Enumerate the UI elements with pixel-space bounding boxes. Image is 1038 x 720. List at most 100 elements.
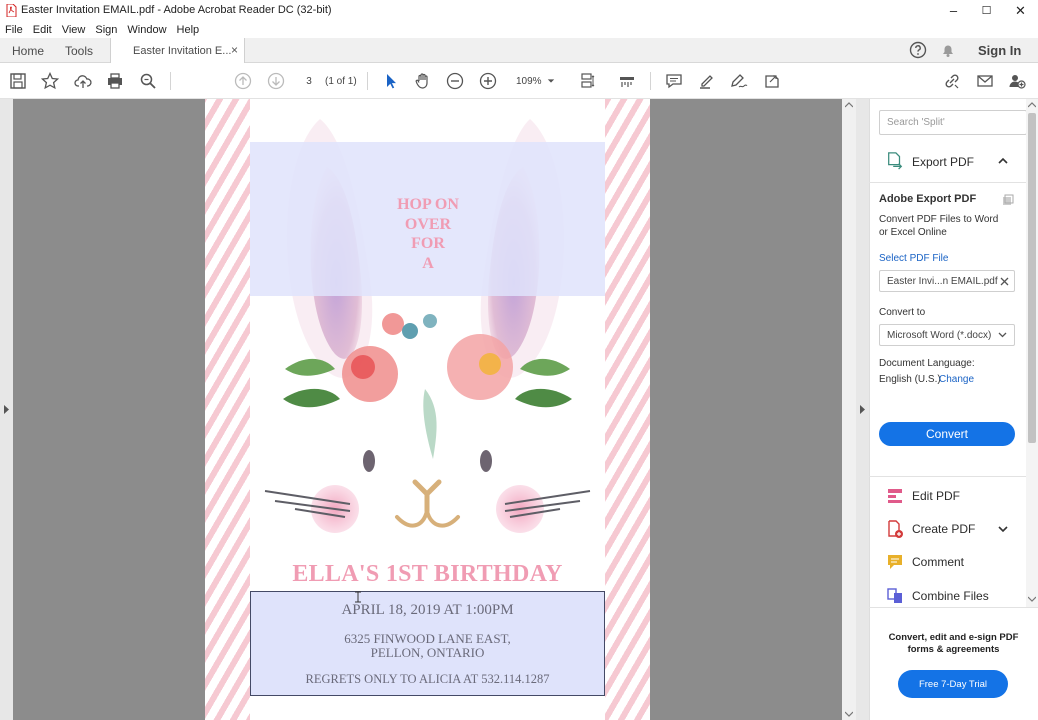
selected-file-field[interactable]: Easter Invi...n EMAIL.pdf bbox=[879, 270, 1015, 292]
page-display-icon[interactable] bbox=[578, 71, 598, 91]
tools-pane-scrollbar[interactable] bbox=[1026, 99, 1038, 607]
notification-bell-icon[interactable] bbox=[940, 42, 956, 58]
selected-file-name: Easter Invi...n EMAIL.pdf bbox=[887, 275, 998, 287]
comment-tool-icon bbox=[888, 555, 902, 569]
convert-button[interactable]: Convert bbox=[879, 422, 1015, 446]
promo-line-2: forms & agreements bbox=[907, 644, 1000, 655]
menu-bar: File Edit View Sign Window Help bbox=[0, 21, 1038, 38]
select-cursor-icon[interactable] bbox=[381, 71, 401, 91]
change-language-link[interactable]: Change bbox=[939, 374, 974, 385]
pdf-page: HOP ON OVER FOR A ELLA'S 1ST BIRTHDAY AP… bbox=[205, 99, 650, 720]
maximize-button[interactable]: ☐ bbox=[970, 0, 1003, 21]
add-user-icon[interactable] bbox=[1007, 71, 1027, 91]
tool-edit-pdf-label: Edit PDF bbox=[912, 489, 961, 503]
scroll-mode-icon[interactable] bbox=[617, 71, 637, 91]
tool-create-pdf-label: Create PDF bbox=[912, 522, 976, 536]
tool-comment[interactable]: Comment bbox=[886, 552, 964, 572]
page-count: (1 of 1) bbox=[325, 76, 357, 87]
menu-view[interactable]: View bbox=[62, 24, 86, 36]
menu-file[interactable]: File bbox=[5, 24, 23, 36]
select-pdf-file-link[interactable]: Select PDF File bbox=[879, 253, 948, 264]
hand-tool-icon[interactable] bbox=[413, 71, 433, 91]
search-icon[interactable] bbox=[138, 71, 158, 91]
sign-in-button[interactable]: Sign In bbox=[978, 43, 1021, 58]
scroll-up-icon[interactable] bbox=[845, 102, 853, 108]
close-tab-icon[interactable]: × bbox=[231, 43, 238, 57]
menu-window[interactable]: Window bbox=[127, 24, 166, 36]
divider bbox=[869, 607, 1038, 608]
share-link-icon[interactable] bbox=[942, 71, 962, 91]
event-regrets: REGRETS ONLY TO ALICIA AT 532.114.1287 bbox=[305, 672, 550, 686]
left-eye bbox=[363, 450, 375, 472]
help-icon[interactable] bbox=[909, 41, 927, 59]
adobe-export-desc-line-1: Convert PDF Files to Word bbox=[879, 214, 999, 225]
pane-scroll-down-icon[interactable] bbox=[1028, 596, 1036, 602]
divider bbox=[869, 476, 1026, 477]
highlight-pen-icon[interactable] bbox=[697, 71, 717, 91]
convert-to-label: Convert to bbox=[879, 307, 926, 318]
export-pdf-title[interactable]: Export PDF bbox=[912, 155, 974, 169]
adobe-export-title: Adobe Export PDF bbox=[879, 193, 977, 205]
tools-search-input[interactable]: Search 'Split' bbox=[879, 110, 1027, 135]
tool-edit-pdf[interactable]: Edit PDF bbox=[886, 486, 960, 506]
adobe-export-desc-line-2: or Excel Online bbox=[879, 227, 947, 238]
left-panel-toggle[interactable] bbox=[0, 99, 13, 720]
email-icon[interactable] bbox=[975, 71, 995, 91]
cloud-upload-icon[interactable] bbox=[73, 71, 93, 91]
export-info-icon[interactable] bbox=[1002, 194, 1014, 206]
menu-edit[interactable]: Edit bbox=[33, 24, 52, 36]
save-icon[interactable] bbox=[8, 71, 28, 91]
event-date: APRIL 18, 2019 AT 1:00PM bbox=[341, 602, 514, 618]
text-cursor-icon bbox=[355, 591, 361, 603]
minimize-button[interactable]: – bbox=[937, 0, 970, 21]
close-window-button[interactable]: ✕ bbox=[1004, 0, 1037, 21]
export-pdf-icon bbox=[886, 152, 906, 172]
previous-page-icon[interactable] bbox=[233, 71, 253, 91]
tool-combine-files[interactable]: Combine Files bbox=[886, 586, 989, 606]
zoom-out-icon[interactable] bbox=[445, 71, 465, 91]
free-trial-button[interactable]: Free 7-Day Trial bbox=[898, 670, 1008, 698]
page-number-input[interactable] bbox=[298, 71, 320, 91]
opening-line-3: FOR bbox=[411, 235, 445, 252]
tab-bar: Home Tools Easter Invitation E... × Sign… bbox=[0, 38, 1038, 64]
comment-icon[interactable] bbox=[664, 71, 684, 91]
zoom-level[interactable]: 109% bbox=[516, 76, 542, 87]
chevron-down-icon[interactable] bbox=[998, 332, 1007, 338]
promo-line-1: Convert, edit and e-sign PDF bbox=[888, 632, 1019, 643]
pane-scroll-up-icon[interactable] bbox=[1028, 102, 1036, 108]
scroll-down-icon[interactable] bbox=[845, 711, 853, 717]
next-page-icon[interactable] bbox=[266, 71, 286, 91]
tab-document-label: Easter Invitation E... bbox=[133, 45, 232, 57]
create-pdf-icon bbox=[888, 520, 903, 538]
convert-to-select[interactable]: Microsoft Word (*.docx) bbox=[879, 324, 1015, 346]
create-pdf-chevron-down-icon[interactable] bbox=[998, 526, 1008, 533]
collapse-right-panel-icon[interactable] bbox=[859, 405, 866, 414]
print-icon[interactable] bbox=[105, 71, 125, 91]
tab-document[interactable]: Easter Invitation E... × bbox=[110, 38, 245, 64]
invite-opening-text: HOP ON OVER FOR A bbox=[378, 195, 478, 273]
expand-left-panel-icon[interactable] bbox=[3, 405, 10, 414]
event-headline: ELLA'S 1ST BIRTHDAY bbox=[292, 561, 563, 587]
remove-file-icon[interactable] bbox=[1000, 277, 1009, 286]
chevron-up-icon[interactable] bbox=[998, 157, 1008, 164]
document-language-value: English (U.S.) bbox=[879, 374, 941, 385]
opening-line-4: A bbox=[422, 254, 434, 272]
title-bar: Easter Invitation EMAIL.pdf - Adobe Acro… bbox=[0, 0, 1038, 21]
tools-pane-scroll-thumb[interactable] bbox=[1028, 113, 1036, 443]
fill-sign-icon[interactable] bbox=[729, 71, 749, 91]
menu-help[interactable]: Help bbox=[177, 24, 200, 36]
bookmark-star-icon[interactable] bbox=[40, 71, 60, 91]
zoom-in-icon[interactable] bbox=[478, 71, 498, 91]
send-for-signature-icon[interactable] bbox=[762, 71, 782, 91]
convert-to-value: Microsoft Word (*.docx) bbox=[887, 329, 992, 341]
tab-home[interactable]: Home bbox=[12, 38, 44, 63]
zoom-dropdown-chevron-icon[interactable] bbox=[544, 71, 558, 91]
acrobat-icon bbox=[6, 4, 17, 17]
menu-sign[interactable]: Sign bbox=[95, 24, 117, 36]
document-scrollbar[interactable] bbox=[842, 99, 856, 720]
divider bbox=[869, 182, 1026, 183]
tab-tools[interactable]: Tools bbox=[65, 38, 93, 63]
event-address-line-2: PELLON, ONTARIO bbox=[370, 645, 485, 660]
tool-create-pdf[interactable]: Create PDF bbox=[886, 519, 975, 539]
right-panel-toggle[interactable] bbox=[856, 99, 869, 720]
